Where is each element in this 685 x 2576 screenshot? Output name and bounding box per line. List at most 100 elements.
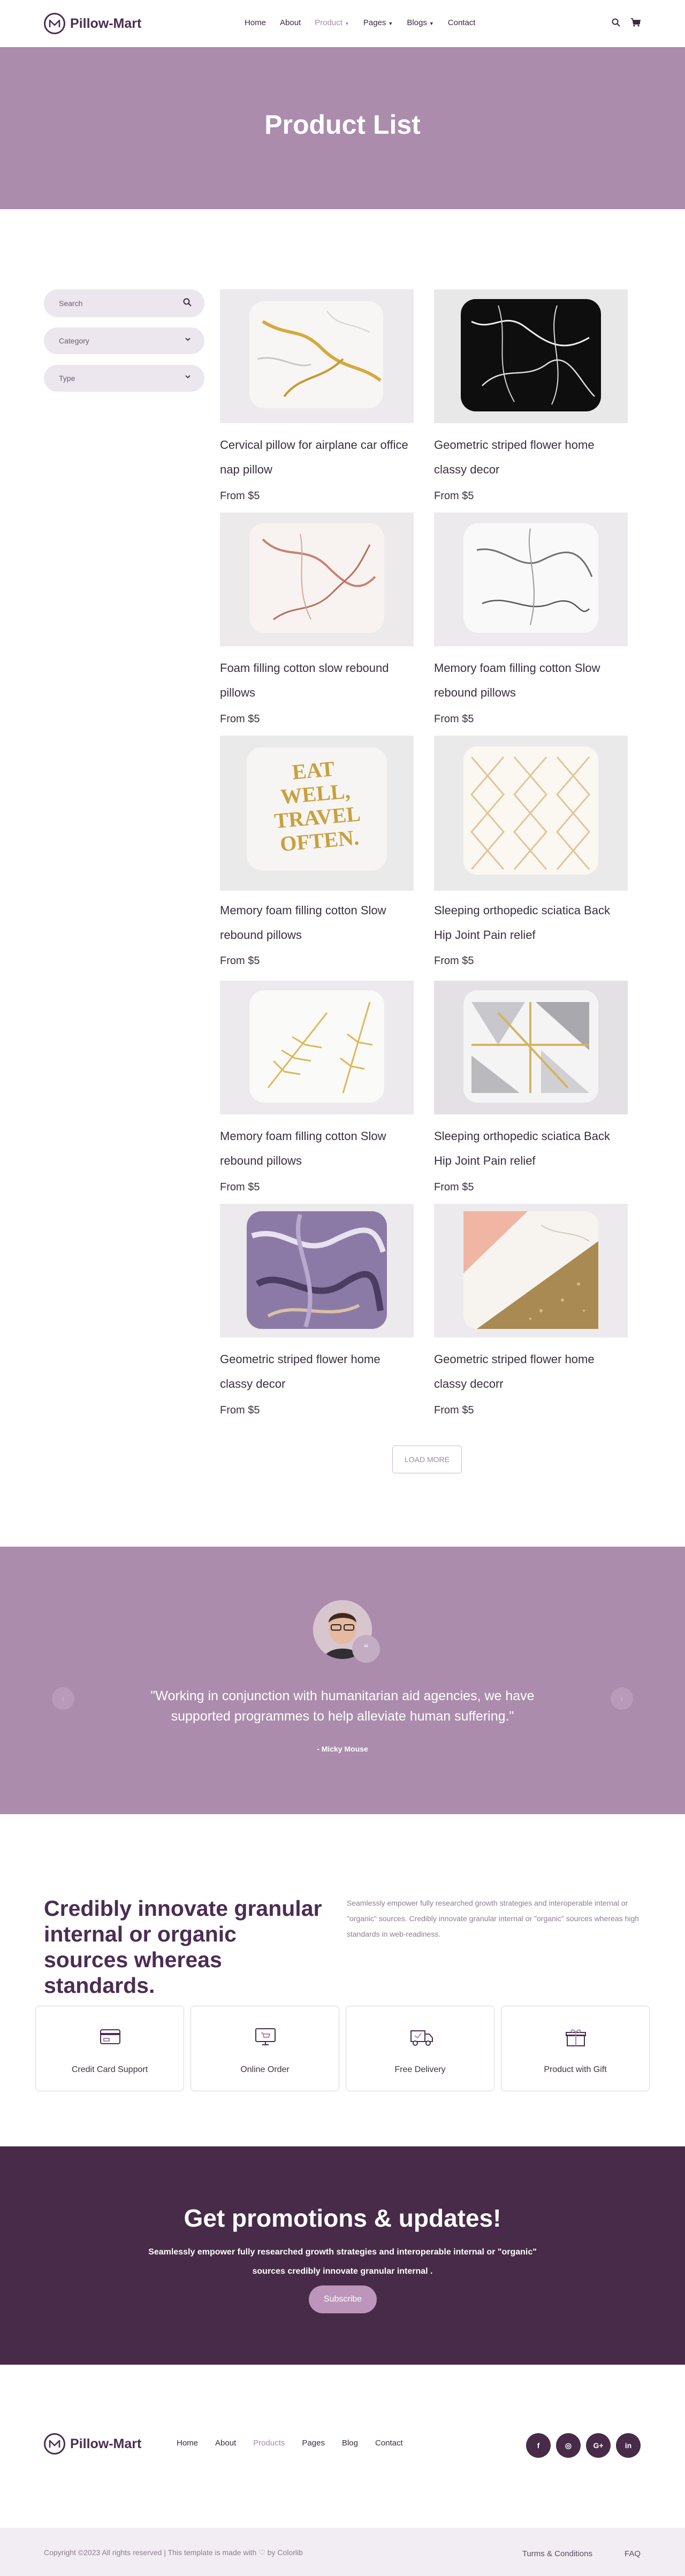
footer-nav-about[interactable]: About <box>215 2439 236 2448</box>
load-more-button[interactable]: LOAD MORE <box>392 1446 462 1473</box>
product-card[interactable]: Memory foam filling cotton Slow rebound … <box>434 513 628 725</box>
feature-label: Product with Gift <box>544 2065 607 2074</box>
instagram-icon[interactable]: ◎ <box>556 2433 581 2458</box>
product-title[interactable]: Geometric striped flower home classy dec… <box>434 1347 628 1396</box>
type-label: Type <box>59 374 75 383</box>
product-card[interactable]: Cervical pillow for airplane car office … <box>220 289 414 502</box>
testimonial-author: - Micky Mouse <box>317 1745 368 1753</box>
brand-logo[interactable]: Pillow-Mart <box>44 13 141 34</box>
product-card[interactable]: Sleeping orthopedic sciatica Back Hip Jo… <box>434 736 628 967</box>
credit-card-icon <box>98 2027 122 2051</box>
product-image[interactable] <box>220 289 414 423</box>
search-placeholder: Search <box>59 299 83 308</box>
header-icons <box>612 18 641 29</box>
footer-logo[interactable]: Pillow-Mart <box>44 2433 141 2455</box>
footer-nav-contact[interactable]: Contact <box>375 2439 403 2448</box>
footer-legal-links: Turms & Conditions FAQ <box>522 2549 641 2558</box>
footer-bottom-bar: Copyright ©2023 All rights reserved | Th… <box>0 2528 685 2576</box>
product-price: From $5 <box>220 955 260 967</box>
nav-item-contact[interactable]: Contact <box>448 18 476 27</box>
quote-icon: “ <box>352 1635 380 1663</box>
product-card[interactable]: Memory foam filling cotton Slow rebound … <box>220 981 414 1193</box>
prev-arrow-icon[interactable]: ‹ <box>52 1687 74 1710</box>
nav-item-about[interactable]: About <box>280 18 301 27</box>
category-select[interactable]: Category <box>44 327 204 354</box>
chevron-down-icon: ▼ <box>344 21 349 26</box>
product-card[interactable]: Geometric striped flower home classy dec… <box>220 1204 414 1416</box>
search-icon[interactable] <box>612 18 620 29</box>
product-image[interactable] <box>434 289 628 423</box>
type-select[interactable]: Type <box>44 365 204 392</box>
feature-label: Free Delivery <box>394 2065 446 2074</box>
gift-icon <box>564 2027 588 2051</box>
copyright-text: Copyright ©2023 All rights reserved | Th… <box>44 2548 303 2557</box>
product-title[interactable]: Cervical pillow for airplane car office … <box>220 433 414 482</box>
footer-nav-products[interactable]: Products <box>253 2439 285 2448</box>
product-title[interactable]: Memory foam filling cotton Slow rebound … <box>220 898 414 947</box>
faq-link[interactable]: FAQ <box>625 2549 641 2558</box>
product-price: From $5 <box>434 713 474 725</box>
product-image[interactable] <box>220 513 414 646</box>
product-card[interactable]: Sleeping orthopedic sciatica Back Hip Jo… <box>434 981 628 1193</box>
brand-name: Pillow-Mart <box>70 2436 142 2451</box>
linkedin-icon[interactable]: in <box>616 2433 641 2458</box>
product-title[interactable]: Memory foam filling cotton Slow rebound … <box>434 656 628 705</box>
product-card[interactable]: Geometric striped flower home classy dec… <box>434 1204 628 1416</box>
product-title[interactable]: Foam filling cotton slow rebound pillows <box>220 656 414 705</box>
page-title: Product List <box>264 110 421 140</box>
product-title[interactable]: Geometric striped flower home classy dec… <box>220 1347 414 1396</box>
nav-item-blogs-label: Blogs <box>407 18 427 27</box>
nav-item-pages-label: Pages <box>363 18 386 27</box>
chevron-down-icon: ▼ <box>388 21 393 26</box>
product-image[interactable] <box>220 1204 414 1337</box>
feature-card: Credit Card Support <box>35 2006 184 2091</box>
search-input[interactable]: Search <box>44 289 204 317</box>
next-arrow-icon[interactable]: › <box>611 1687 633 1710</box>
nav-item-pages[interactable]: Pages ▼ <box>363 18 393 27</box>
product-price: From $5 <box>434 490 474 502</box>
site-header: Pillow-Mart Home About Product ▼ Pages ▼ B… <box>0 0 685 47</box>
google-plus-icon[interactable]: G+ <box>586 2433 611 2458</box>
product-price: From $5 <box>220 490 260 502</box>
product-title[interactable]: Sleeping orthopedic sciatica Back Hip Jo… <box>434 1124 628 1173</box>
nav-item-home[interactable]: Home <box>245 18 266 27</box>
product-price: From $5 <box>434 1404 474 1416</box>
feature-card: Free Delivery <box>346 2006 494 2091</box>
footer-nav-blog[interactable]: Blog <box>342 2439 358 2448</box>
social-links: f ◎ G+ in <box>526 2433 641 2458</box>
product-image[interactable] <box>434 1204 628 1337</box>
chevron-down-icon: ▼ <box>429 21 434 26</box>
terms-link[interactable]: Turms & Conditions <box>522 2549 592 2558</box>
product-image[interactable]: EAT WELL, TRAVEL OFTEN. <box>220 736 414 891</box>
product-title[interactable]: Sleeping orthopedic sciatica Back Hip Jo… <box>434 898 628 947</box>
feature-label: Credit Card Support <box>71 2065 148 2074</box>
feature-card: Online Order <box>191 2006 339 2091</box>
product-card[interactable]: EAT WELL, TRAVEL OFTEN. Memory foam fill… <box>220 736 414 967</box>
product-image[interactable] <box>434 513 628 646</box>
main-nav: Home About Product ▼ Pages ▼ Blogs ▼ Contac… <box>245 18 475 27</box>
nav-item-product[interactable]: Product ▼ <box>315 18 349 27</box>
chevron-down-icon <box>184 373 192 382</box>
product-title[interactable]: Geometric striped flower home classy dec… <box>434 433 628 482</box>
product-image[interactable] <box>220 981 414 1114</box>
features-heading: Credibly innovate granular internal or o… <box>44 1896 322 1998</box>
promotions-section: Get promotions & updates! Seamlessly emp… <box>0 2146 685 2365</box>
footer-nav-pages[interactable]: Pages <box>302 2439 325 2448</box>
cart-icon[interactable] <box>631 18 641 29</box>
facebook-icon[interactable]: f <box>526 2433 551 2458</box>
product-image[interactable] <box>434 981 628 1114</box>
search-icon[interactable] <box>183 298 192 308</box>
footer-nav-home[interactable]: Home <box>177 2439 198 2448</box>
product-card[interactable]: Foam filling cotton slow rebound pillows… <box>220 513 414 725</box>
product-image[interactable] <box>434 736 628 891</box>
subscribe-button[interactable]: Subscribe <box>309 2285 377 2313</box>
delivery-truck-icon <box>409 2027 435 2051</box>
product-price: From $5 <box>220 1181 260 1193</box>
feature-card: Product with Gift <box>501 2006 650 2091</box>
product-card[interactable]: Geometric striped flower home classy dec… <box>434 289 628 502</box>
product-price: From $5 <box>434 1181 474 1193</box>
features-text: Seamlessly empower fully researched grow… <box>347 1899 639 1938</box>
nav-item-blogs[interactable]: Blogs ▼ <box>407 18 433 27</box>
testimonial-quote: "Working in conjunction with humanitaria… <box>150 1688 535 1724</box>
product-title[interactable]: Memory foam filling cotton Slow rebound … <box>220 1124 414 1173</box>
